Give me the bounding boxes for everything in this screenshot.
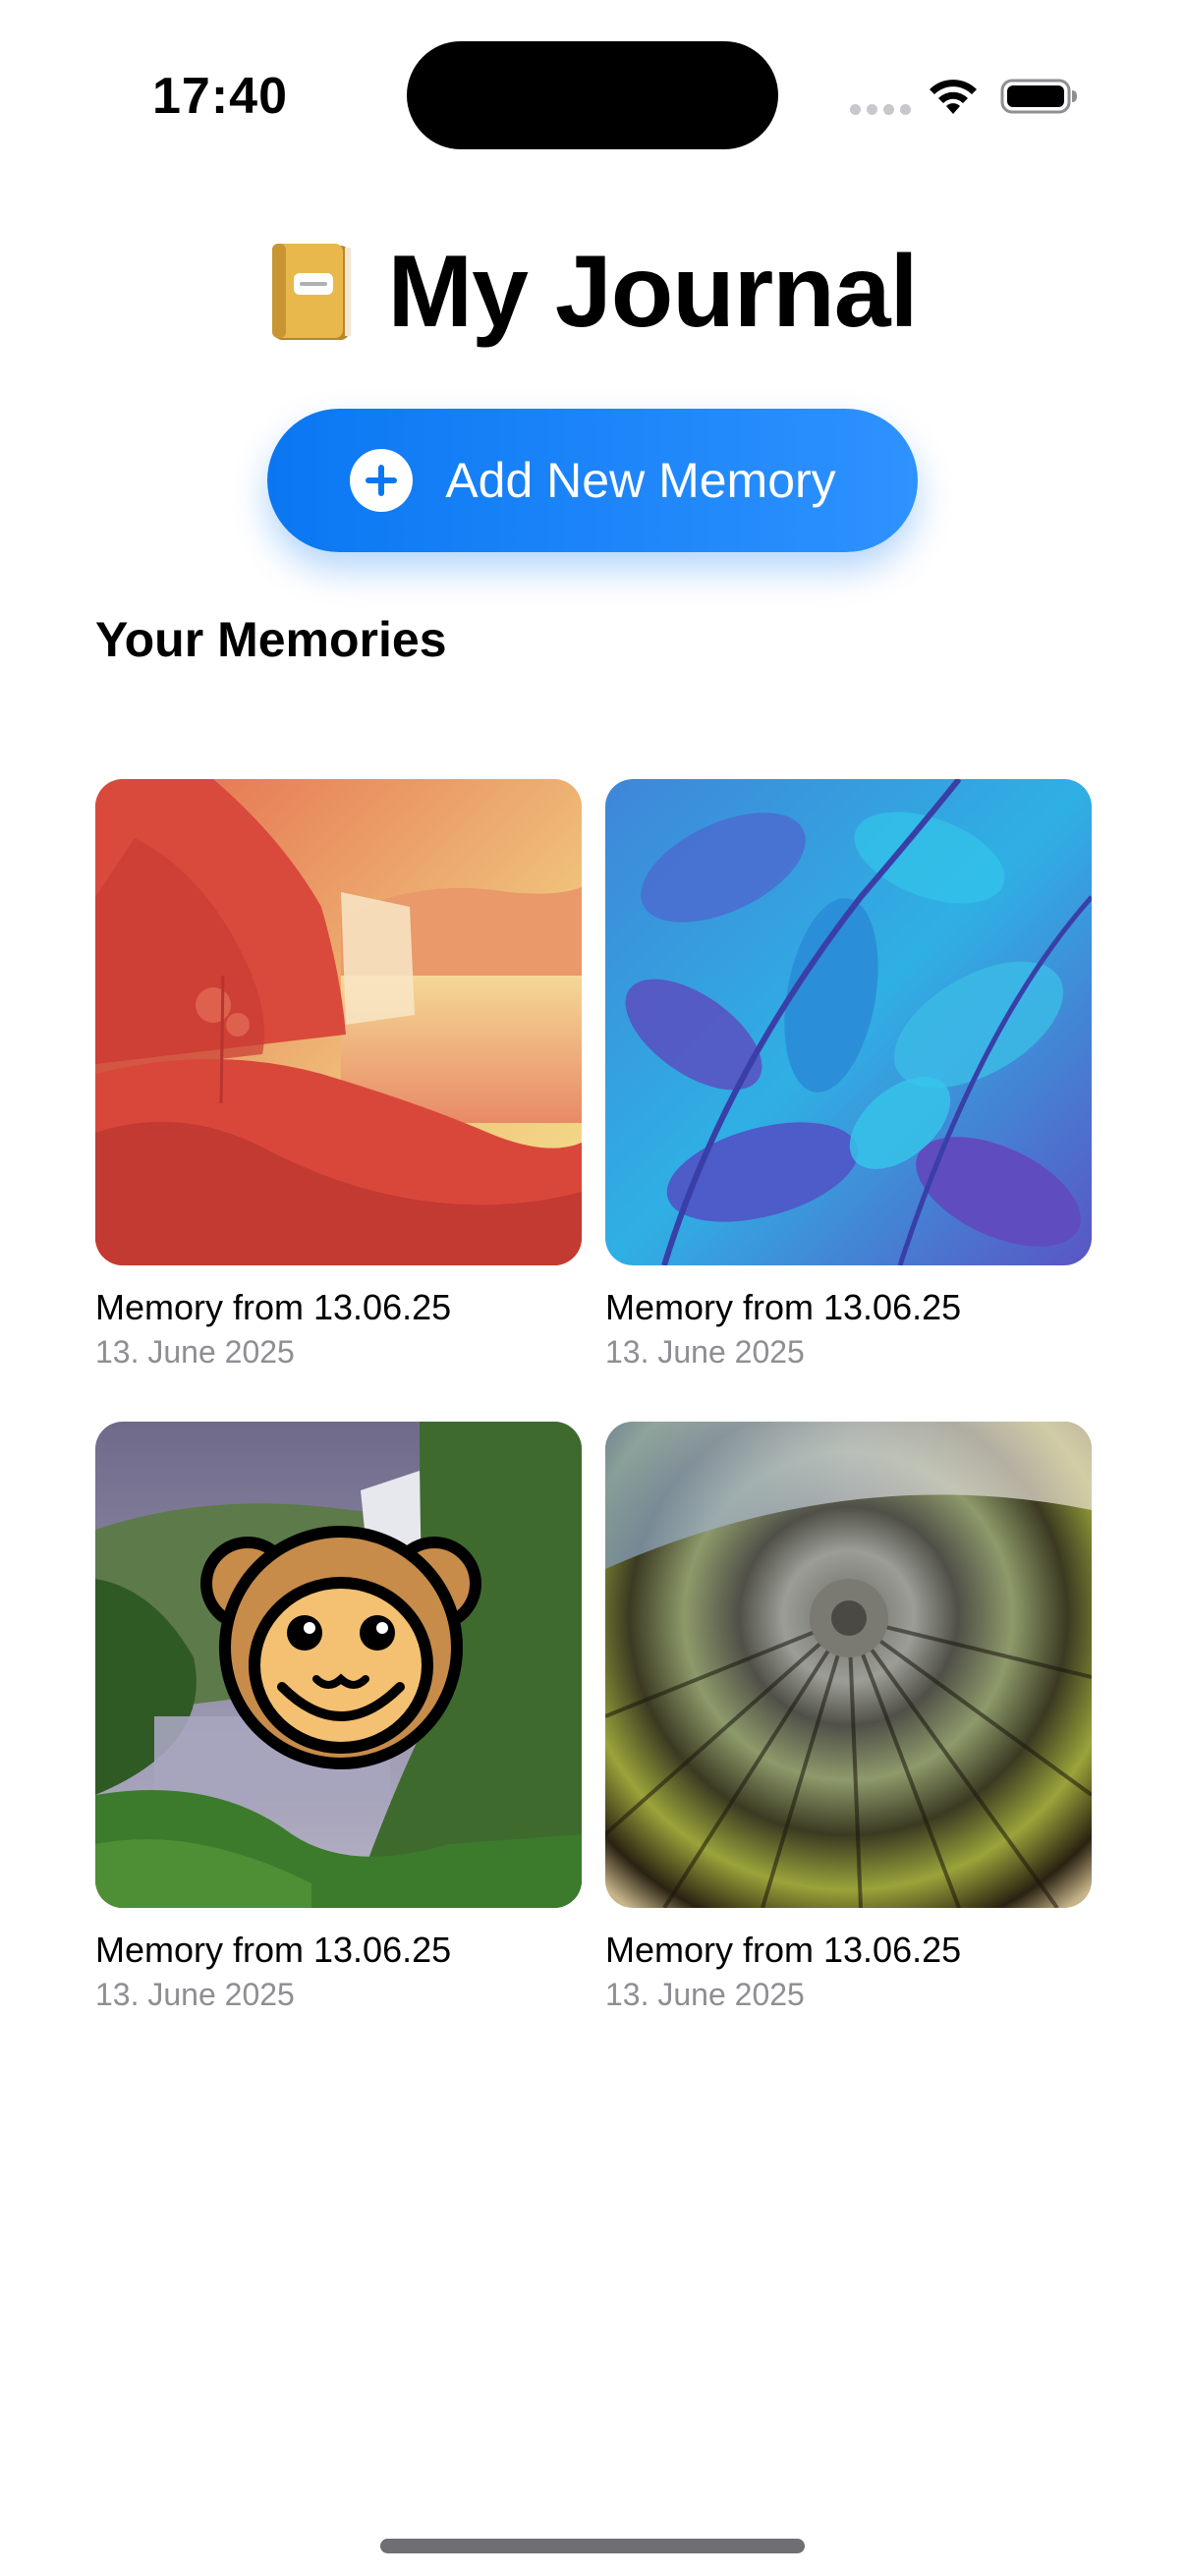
add-new-memory-label: Add New Memory <box>445 453 836 508</box>
memory-thumbnail <box>95 1422 582 1908</box>
dynamic-island <box>407 41 778 149</box>
memory-date: 13. June 2025 <box>95 1334 295 1370</box>
memory-card[interactable]: Memory from 13.06.25 13. June 2025 <box>605 779 1092 1371</box>
status-time: 17:40 <box>152 68 288 125</box>
memory-date: 13. June 2025 <box>605 1977 805 2012</box>
home-indicator[interactable] <box>380 2539 805 2553</box>
memory-card[interactable]: Memory from 13.06.25 13. June 2025 <box>95 1422 582 2013</box>
wifi-icon <box>930 80 977 114</box>
notebook-icon <box>271 243 351 340</box>
memory-date: 13. June 2025 <box>605 1334 805 1370</box>
plus-circle-icon <box>350 449 414 512</box>
memory-date: 13. June 2025 <box>95 1977 295 2012</box>
cellular-signal-icon <box>850 104 911 115</box>
memory-title: Memory from 13.06.25 <box>605 1287 962 1327</box>
memory-thumbnail <box>605 1422 1092 1908</box>
header: My Journal <box>0 234 1185 351</box>
memory-title: Memory from 13.06.25 <box>95 1287 452 1327</box>
memory-thumbnail <box>605 779 1092 1265</box>
page-title: My Journal <box>387 235 919 349</box>
memory-card[interactable]: Memory from 13.06.25 13. June 2025 <box>605 1422 1092 2013</box>
memory-title: Memory from 13.06.25 <box>605 1930 962 1970</box>
memory-thumbnail <box>95 779 582 1265</box>
memory-card[interactable]: Memory from 13.06.25 13. June 2025 <box>95 779 582 1371</box>
section-title: Your Memories <box>95 612 447 667</box>
battery-icon <box>1000 79 1077 114</box>
add-new-memory-button[interactable]: Add New Memory <box>267 409 918 552</box>
memory-title: Memory from 13.06.25 <box>95 1930 452 1970</box>
